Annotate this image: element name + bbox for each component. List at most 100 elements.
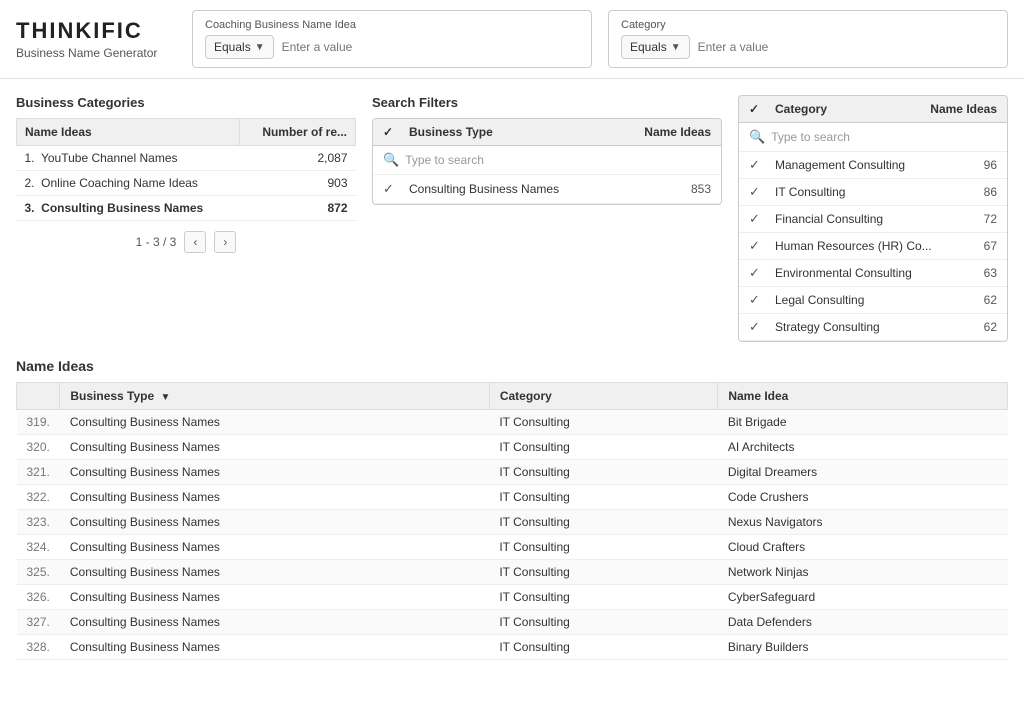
row-idea: Binary Builders — [718, 635, 1008, 660]
cat-row-num-name: 3. Consulting Business Names — [17, 196, 240, 221]
filter-check-icon: ✓ — [383, 181, 403, 197]
row-num: 326. — [17, 585, 60, 610]
row-num: 325. — [17, 560, 60, 585]
top-bar: THINKIFIC Business Name Generator Coachi… — [0, 0, 1024, 79]
table-row: 320. Consulting Business Names IT Consul… — [17, 435, 1008, 460]
category-row[interactable]: ✓ IT Consulting 86 — [739, 179, 1007, 206]
name-ideas-title: Name Ideas — [16, 358, 1008, 374]
cat-check-icon: ✓ — [749, 265, 769, 281]
category-row[interactable]: ✓ Strategy Consulting 62 — [739, 314, 1007, 341]
logo-text: THINKIFIC — [16, 18, 176, 44]
row-num: 324. — [17, 535, 60, 560]
category-dropdown-header: ✓ Category Name Ideas — [739, 96, 1007, 123]
row-category: IT Consulting — [489, 460, 717, 485]
row-type: Consulting Business Names — [60, 535, 489, 560]
cat-row-count: 62 — [942, 320, 997, 334]
filter-label-2: Category — [621, 19, 995, 31]
table-row: 326. Consulting Business Names IT Consul… — [17, 585, 1008, 610]
filter-operator-label-2: Equals — [630, 40, 667, 54]
cat-row-label: Legal Consulting — [775, 293, 936, 307]
row-type: Consulting Business Names — [60, 485, 489, 510]
row-type: Consulting Business Names — [60, 560, 489, 585]
business-category-row[interactable]: 1. YouTube Channel Names 2,087 — [17, 146, 356, 171]
row-idea: Data Defenders — [718, 610, 1008, 635]
pagination-text: 1 - 3 / 3 — [136, 235, 177, 249]
row-num: 319. — [17, 410, 60, 435]
row-type: Consulting Business Names — [60, 435, 489, 460]
category-search-icon: 🔍 — [749, 129, 765, 145]
category-row[interactable]: ✓ Environmental Consulting 63 — [739, 260, 1007, 287]
header-check: ✓ — [383, 125, 403, 139]
prev-page-button[interactable]: ‹ — [184, 231, 206, 253]
category-dropdown: ✓ Category Name Ideas 🔍 Type to search ✓… — [738, 95, 1008, 342]
left-panel: Business Categories Name Ideas Number of… — [16, 95, 356, 342]
cat-row-label: Financial Consulting — [775, 212, 936, 226]
filter-operator-2[interactable]: Equals ▼ — [621, 35, 690, 59]
filter-search-placeholder[interactable]: Type to search — [405, 153, 484, 167]
cat-check-icon: ✓ — [749, 238, 769, 254]
ideas-col-type[interactable]: Business Type ▼ — [60, 383, 489, 410]
cat-row-count: 903 — [239, 171, 355, 196]
table-row: 325. Consulting Business Names IT Consul… — [17, 560, 1008, 585]
table-row: 327. Consulting Business Names IT Consul… — [17, 610, 1008, 635]
table-row: 323. Consulting Business Names IT Consul… — [17, 510, 1008, 535]
category-row[interactable]: ✓ Legal Consulting 62 — [739, 287, 1007, 314]
row-num: 327. — [17, 610, 60, 635]
filter-row-1: Equals ▼ — [205, 35, 579, 59]
table-row: 324. Consulting Business Names IT Consul… — [17, 535, 1008, 560]
sort-arrow-icon: ▼ — [161, 392, 171, 403]
filter-row-item[interactable]: ✓ Consulting Business Names 853 — [373, 175, 721, 204]
table-row: 319. Consulting Business Names IT Consul… — [17, 410, 1008, 435]
cat-header-check: ✓ — [749, 102, 769, 116]
filter-operator-1[interactable]: Equals ▼ — [205, 35, 274, 59]
row-category: IT Consulting — [489, 485, 717, 510]
row-type: Consulting Business Names — [60, 610, 489, 635]
logo-subtitle: Business Name Generator — [16, 46, 176, 60]
ideas-col-category: Category — [489, 383, 717, 410]
row-idea: Digital Dreamers — [718, 460, 1008, 485]
chevron-down-icon-1: ▼ — [255, 42, 265, 53]
row-idea: Network Ninjas — [718, 560, 1008, 585]
cat-row-count: 62 — [942, 293, 997, 307]
name-ideas-table: Business Type ▼ Category Name Idea 319. … — [16, 382, 1008, 660]
row-num: 320. — [17, 435, 60, 460]
pagination: 1 - 3 / 3 ‹ › — [16, 231, 356, 253]
cat-row-label: IT Consulting — [775, 185, 936, 199]
search-icon: 🔍 — [383, 152, 399, 168]
cat-check-icon: ✓ — [749, 211, 769, 227]
row-idea: Bit Brigade — [718, 410, 1008, 435]
filter-value-input-1[interactable] — [282, 40, 579, 54]
business-category-row[interactable]: 3. Consulting Business Names 872 — [17, 196, 356, 221]
next-page-button[interactable]: › — [214, 231, 236, 253]
category-row[interactable]: ✓ Human Resources (HR) Co... 67 — [739, 233, 1007, 260]
search-filters-title: Search Filters — [372, 95, 722, 110]
cat-row-count: 2,087 — [239, 146, 355, 171]
cat-row-count: 86 — [942, 185, 997, 199]
chevron-down-icon-2: ▼ — [671, 42, 681, 53]
cat-row-count: 96 — [942, 158, 997, 172]
logo-section: THINKIFIC Business Name Generator — [16, 10, 176, 68]
bottom-section: Name Ideas Business Type ▼ Category Name… — [0, 358, 1024, 676]
cat-row-count: 72 — [942, 212, 997, 226]
row-category: IT Consulting — [489, 635, 717, 660]
category-row[interactable]: ✓ Financial Consulting 72 — [739, 206, 1007, 233]
row-idea: Nexus Navigators — [718, 510, 1008, 535]
filter-row-type: Consulting Business Names — [409, 182, 635, 196]
ideas-col-idea: Name Idea — [718, 383, 1008, 410]
table-row: 322. Consulting Business Names IT Consul… — [17, 485, 1008, 510]
table-row: 328. Consulting Business Names IT Consul… — [17, 635, 1008, 660]
business-category-row[interactable]: 2. Online Coaching Name Ideas 903 — [17, 171, 356, 196]
col-header-name: Name Ideas — [17, 119, 240, 146]
row-category: IT Consulting — [489, 535, 717, 560]
header-business-type: Business Type — [409, 125, 635, 139]
row-category: IT Consulting — [489, 435, 717, 460]
filter-value-input-2[interactable] — [698, 40, 995, 54]
search-filter-table: ✓ Business Type Name Ideas 🔍 Type to sea… — [372, 118, 722, 205]
category-row[interactable]: ✓ Management Consulting 96 — [739, 152, 1007, 179]
filter-row-2: Equals ▼ — [621, 35, 995, 59]
cat-row-num-name: 1. YouTube Channel Names — [17, 146, 240, 171]
category-search-placeholder[interactable]: Type to search — [771, 130, 850, 144]
row-category: IT Consulting — [489, 610, 717, 635]
cat-check-icon: ✓ — [749, 184, 769, 200]
row-type: Consulting Business Names — [60, 635, 489, 660]
